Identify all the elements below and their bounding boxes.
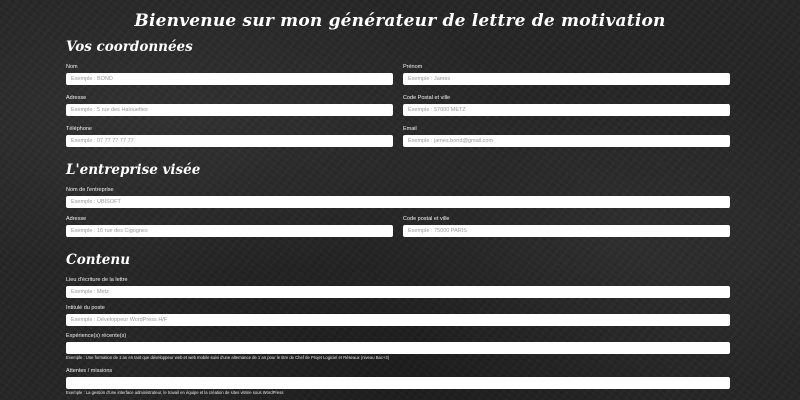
field-intitule: Intitulé du poste (66, 305, 730, 326)
section-title-entreprise: L'entreprise visée (66, 162, 201, 178)
section-title-coordonnees: Vos coordonnées (66, 39, 193, 55)
email-label: Email (403, 126, 417, 132)
field-code-postal: Code Postal et ville (403, 95, 730, 116)
field-nom-entreprise: Nom de l'entreprise (66, 187, 730, 208)
adresse-label: Adresse (66, 95, 87, 101)
nom-entreprise-label: Nom de l'entreprise (66, 187, 114, 193)
section-title-contenu: Contenu (66, 252, 131, 268)
field-adresse: Adresse (66, 95, 393, 116)
experiences-help-text: Exemple : Une formation de 1 an en tant … (66, 355, 390, 360)
entreprise-adresse-input[interactable] (66, 225, 393, 237)
field-nom: Nom (66, 64, 393, 85)
lieu-label: Lieu d'écriture de la lettre (66, 277, 128, 283)
field-experiences: Expérience(s) récente(s) Exemple : Une f… (66, 333, 730, 361)
field-attentes: Attentes / missions Exemple : La gestion… (66, 368, 730, 396)
page-title: Bienvenue sur mon générateur de lettre d… (134, 11, 666, 31)
nom-entreprise-input[interactable] (66, 196, 730, 208)
field-email: Email (403, 126, 730, 147)
experiences-label: Expérience(s) récente(s) (66, 333, 127, 339)
field-lieu: Lieu d'écriture de la lettre (66, 277, 730, 298)
entreprise-code-postal-label: Code postal et ville (403, 216, 450, 222)
telephone-input[interactable] (66, 135, 393, 147)
attentes-help-text: Exemple : La gestion d'une interface adm… (66, 390, 284, 395)
prenom-label: Prénom (403, 64, 423, 70)
nom-label: Nom (66, 64, 78, 70)
field-prenom: Prénom (403, 64, 730, 85)
field-telephone: Téléphone (66, 126, 393, 147)
code-postal-label: Code Postal et ville (403, 95, 451, 101)
lieu-input[interactable] (66, 286, 730, 298)
adresse-input[interactable] (66, 104, 393, 116)
nom-input[interactable] (66, 73, 393, 85)
intitule-label: Intitulé du poste (66, 305, 105, 311)
entreprise-code-postal-input[interactable] (403, 225, 730, 237)
telephone-label: Téléphone (66, 126, 92, 132)
field-entreprise-code-postal: Code postal et ville (403, 216, 730, 237)
field-entreprise-adresse: Adresse (66, 216, 393, 237)
intitule-input[interactable] (66, 314, 730, 326)
attentes-input[interactable] (66, 377, 730, 389)
code-postal-input[interactable] (403, 104, 730, 116)
entreprise-adresse-label: Adresse (66, 216, 87, 222)
attentes-label: Attentes / missions (66, 368, 113, 374)
email-input[interactable] (403, 135, 730, 147)
experiences-input[interactable] (66, 342, 730, 354)
prenom-input[interactable] (403, 73, 730, 85)
